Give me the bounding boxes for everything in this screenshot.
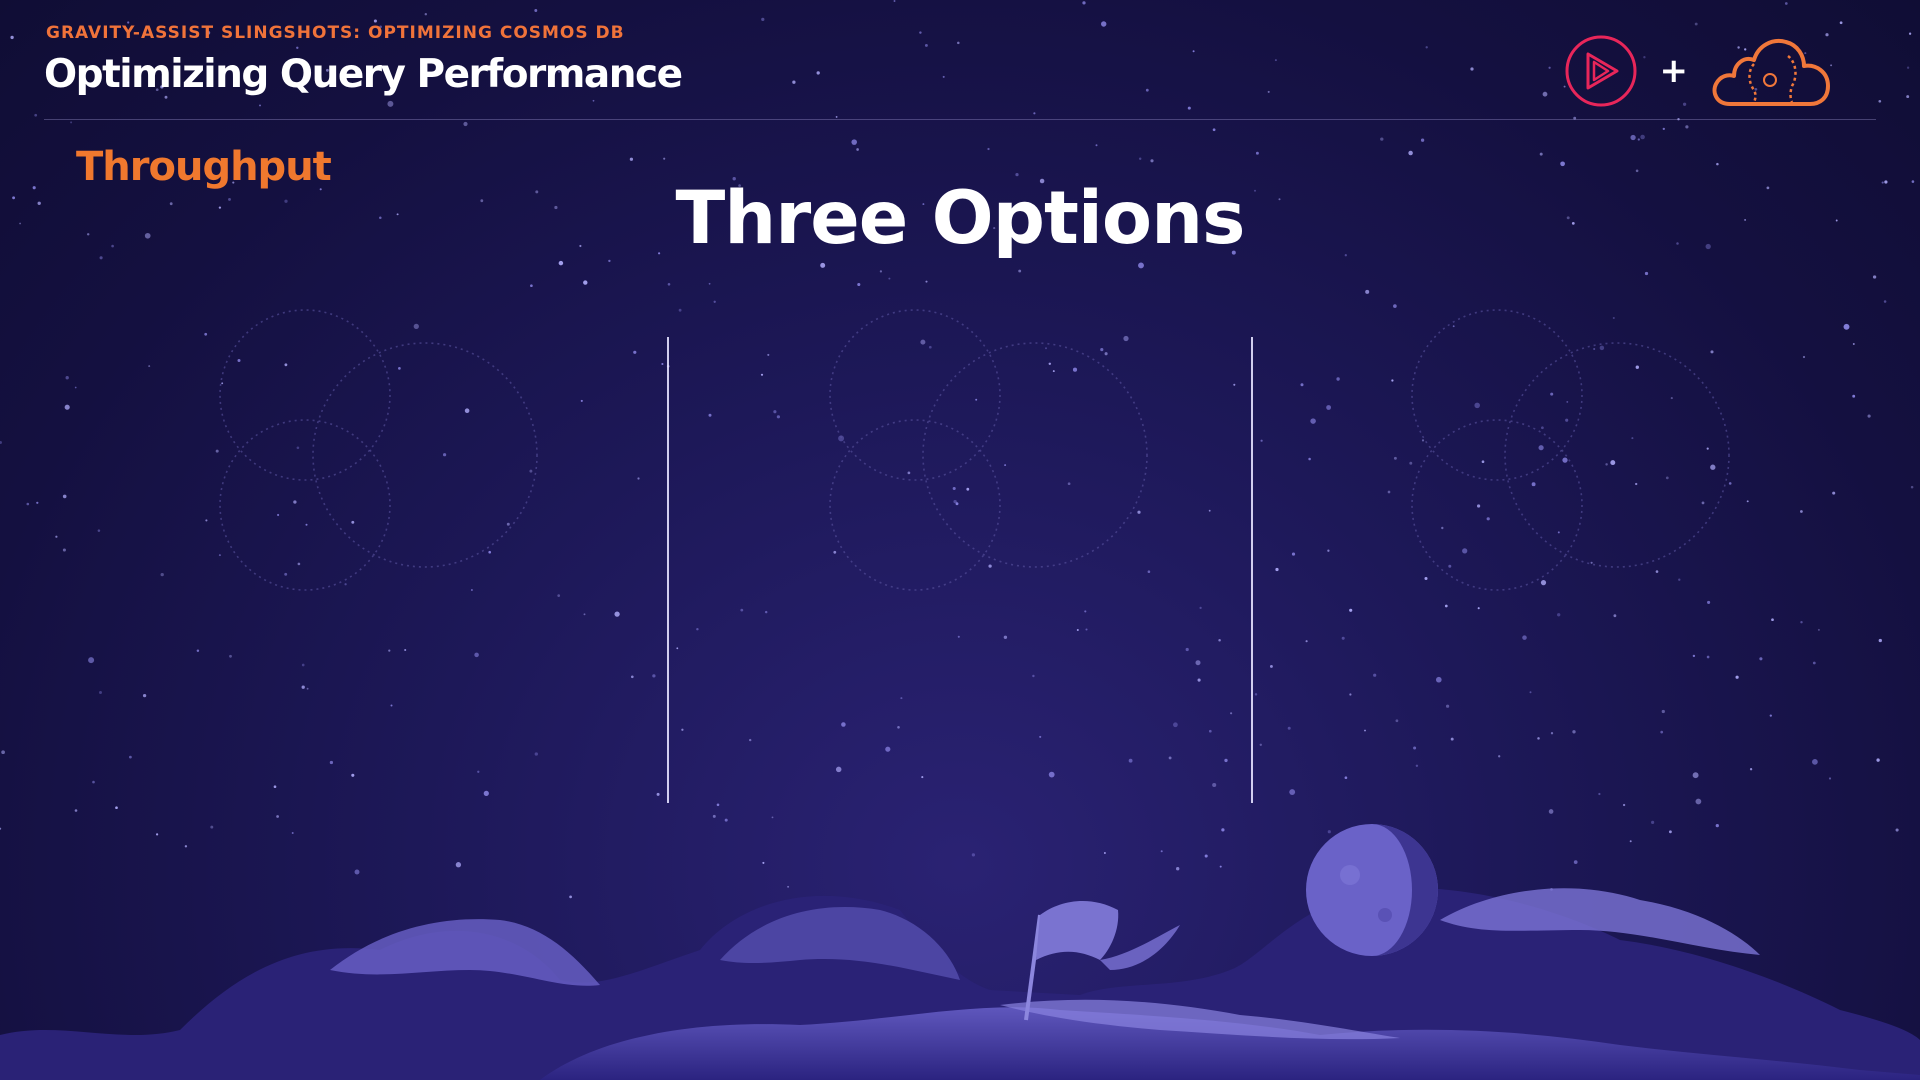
venn-diagram-icon: [219, 309, 538, 591]
slide: GRAVITY-ASSIST SLINGSHOTS: OPTIMIZING CO…: [0, 0, 1920, 1080]
course-eyebrow: GRAVITY-ASSIST SLINGSHOTS: OPTIMIZING CO…: [46, 23, 625, 43]
column-divider: [1251, 337, 1253, 803]
venn-diagram-icon: [1411, 309, 1730, 591]
module-title: Optimizing Query Performance: [44, 52, 683, 97]
moon-landscape: [0, 824, 1920, 1080]
venn-diagram-icon: [829, 309, 1148, 591]
plus-sign: +: [1659, 51, 1689, 91]
header-divider: [44, 119, 1876, 120]
logo-group: +: [1564, 34, 1833, 108]
pluralsight-play-icon: [1565, 35, 1636, 107]
cloud-brain-icon: [1712, 39, 1830, 106]
column-divider: [667, 337, 669, 803]
planet-icon: [1306, 824, 1438, 956]
slide-title: Three Options: [675, 176, 1245, 261]
